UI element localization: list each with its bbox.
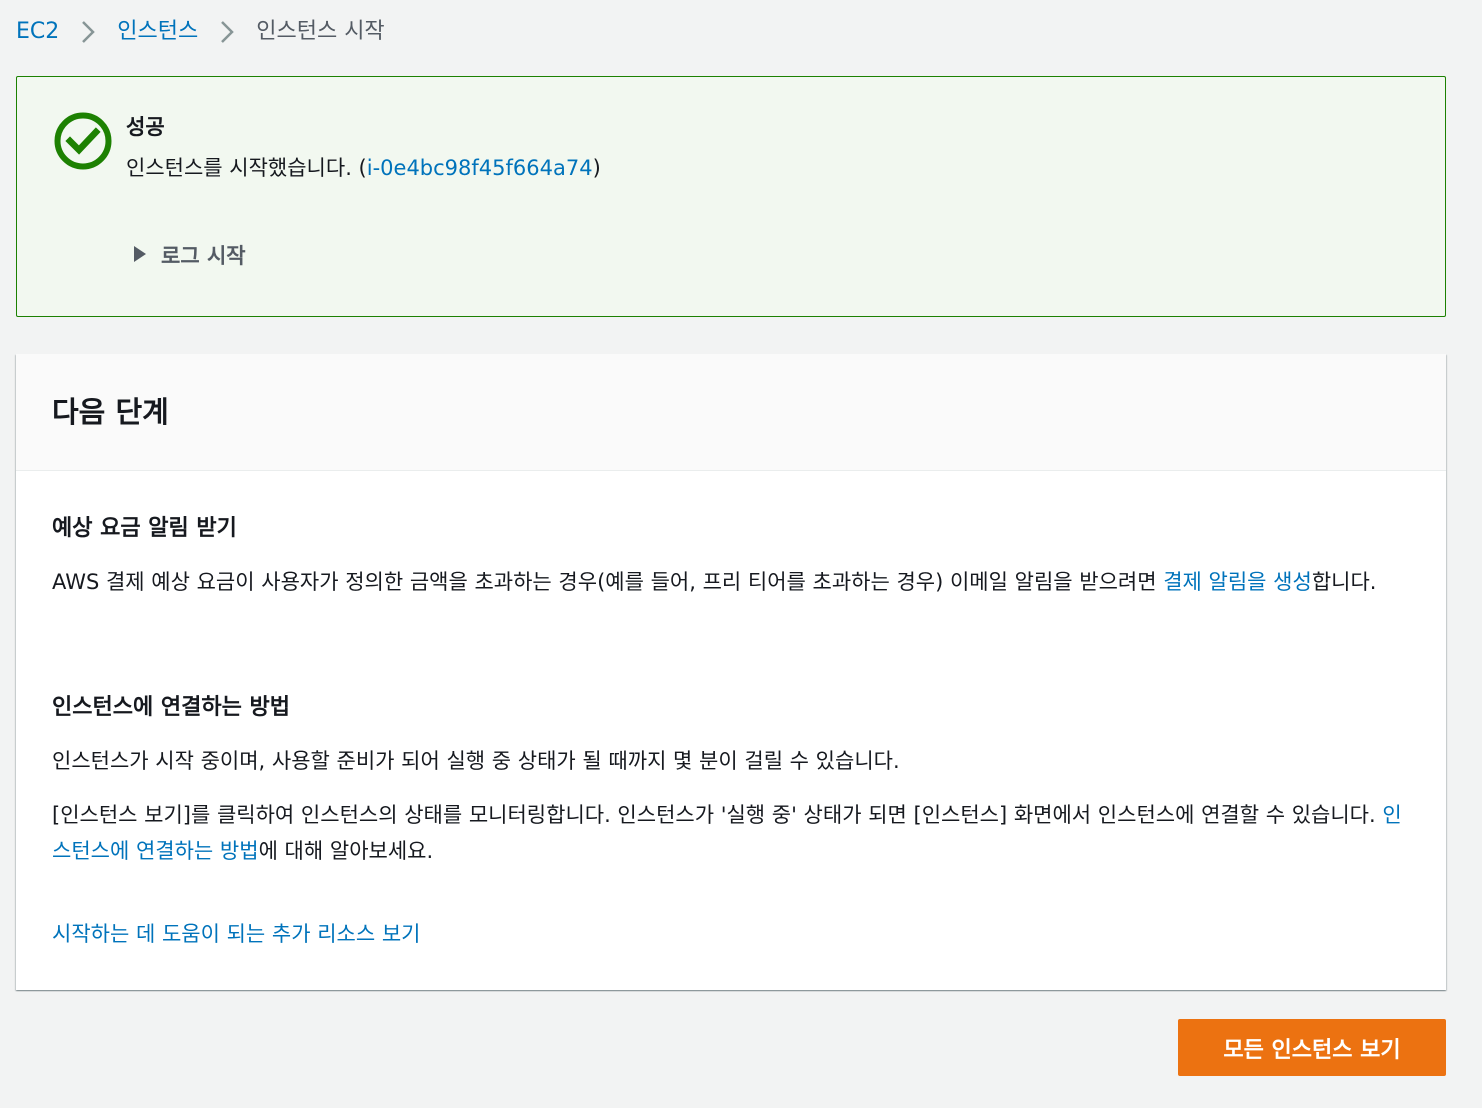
breadcrumb-current: 인스턴스 시작 xyxy=(256,19,385,44)
chevron-right-icon xyxy=(198,14,256,50)
breadcrumb-ec2[interactable]: EC2 xyxy=(16,14,59,50)
connect-text-2-suffix: 에 대해 알아보세요. xyxy=(258,839,434,863)
panel-header: 다음 단계 xyxy=(16,354,1446,471)
billing-alert-text-suffix: 합니다. xyxy=(1311,570,1377,594)
next-steps-panel: 다음 단계 예상 요금 알림 받기 AWS 결제 예상 요금이 사용자가 정의한… xyxy=(16,354,1446,990)
caret-right-icon xyxy=(133,245,147,267)
success-check-icon xyxy=(53,111,113,171)
success-flash: 성공 인스턴스를 시작했습니다. (i-0e4bc98f45f664a74) 로… xyxy=(16,76,1446,317)
billing-alert-text: AWS 결제 예상 요금이 사용자가 정의한 금액을 초과하는 경우(예를 들어… xyxy=(52,564,1412,600)
connect-text-2: [인스턴스 보기]를 클릭하여 인스턴스의 상태를 모니터링합니다. 인스턴스가… xyxy=(52,797,1412,869)
flash-message-suffix: ) xyxy=(592,156,601,180)
connect-text-2-prefix: [인스턴스 보기]를 클릭하여 인스턴스의 상태를 모니터링합니다. 인스턴스가… xyxy=(52,803,1383,827)
chevron-right-icon xyxy=(59,14,117,50)
billing-alert-title: 예상 요금 알림 받기 xyxy=(52,516,237,541)
flash-title: 성공 xyxy=(126,115,165,139)
flash-message-prefix: 인스턴스를 시작했습니다. ( xyxy=(126,156,367,180)
create-billing-alert-link[interactable]: 결제 알림을 생성 xyxy=(1163,570,1312,594)
flash-message: 인스턴스를 시작했습니다. (i-0e4bc98f45f664a74) xyxy=(126,151,601,185)
additional-resources-link[interactable]: 시작하는 데 도움이 되는 추가 리소스 보기 xyxy=(52,916,421,952)
connect-title: 인스턴스에 연결하는 방법 xyxy=(52,695,290,720)
breadcrumb-instances[interactable]: 인스턴스 xyxy=(117,14,198,50)
launch-log-label: 로그 시작 xyxy=(161,244,246,268)
billing-alert-text-prefix: AWS 결제 예상 요금이 사용자가 정의한 금액을 초과하는 경우(예를 들어… xyxy=(52,570,1164,594)
panel-title: 다음 단계 xyxy=(52,395,169,429)
breadcrumb: EC2 인스턴스 인스턴스 시작 xyxy=(16,14,385,50)
launch-log-toggle[interactable]: 로그 시작 xyxy=(133,237,246,275)
view-all-instances-button[interactable]: 모든 인스턴스 보기 xyxy=(1178,1019,1446,1076)
instance-id-link[interactable]: i-0e4bc98f45f664a74 xyxy=(367,156,593,180)
connect-text-1: 인스턴스가 시작 중이며, 사용할 준비가 되어 실행 중 상태가 될 때까지 … xyxy=(52,749,900,773)
